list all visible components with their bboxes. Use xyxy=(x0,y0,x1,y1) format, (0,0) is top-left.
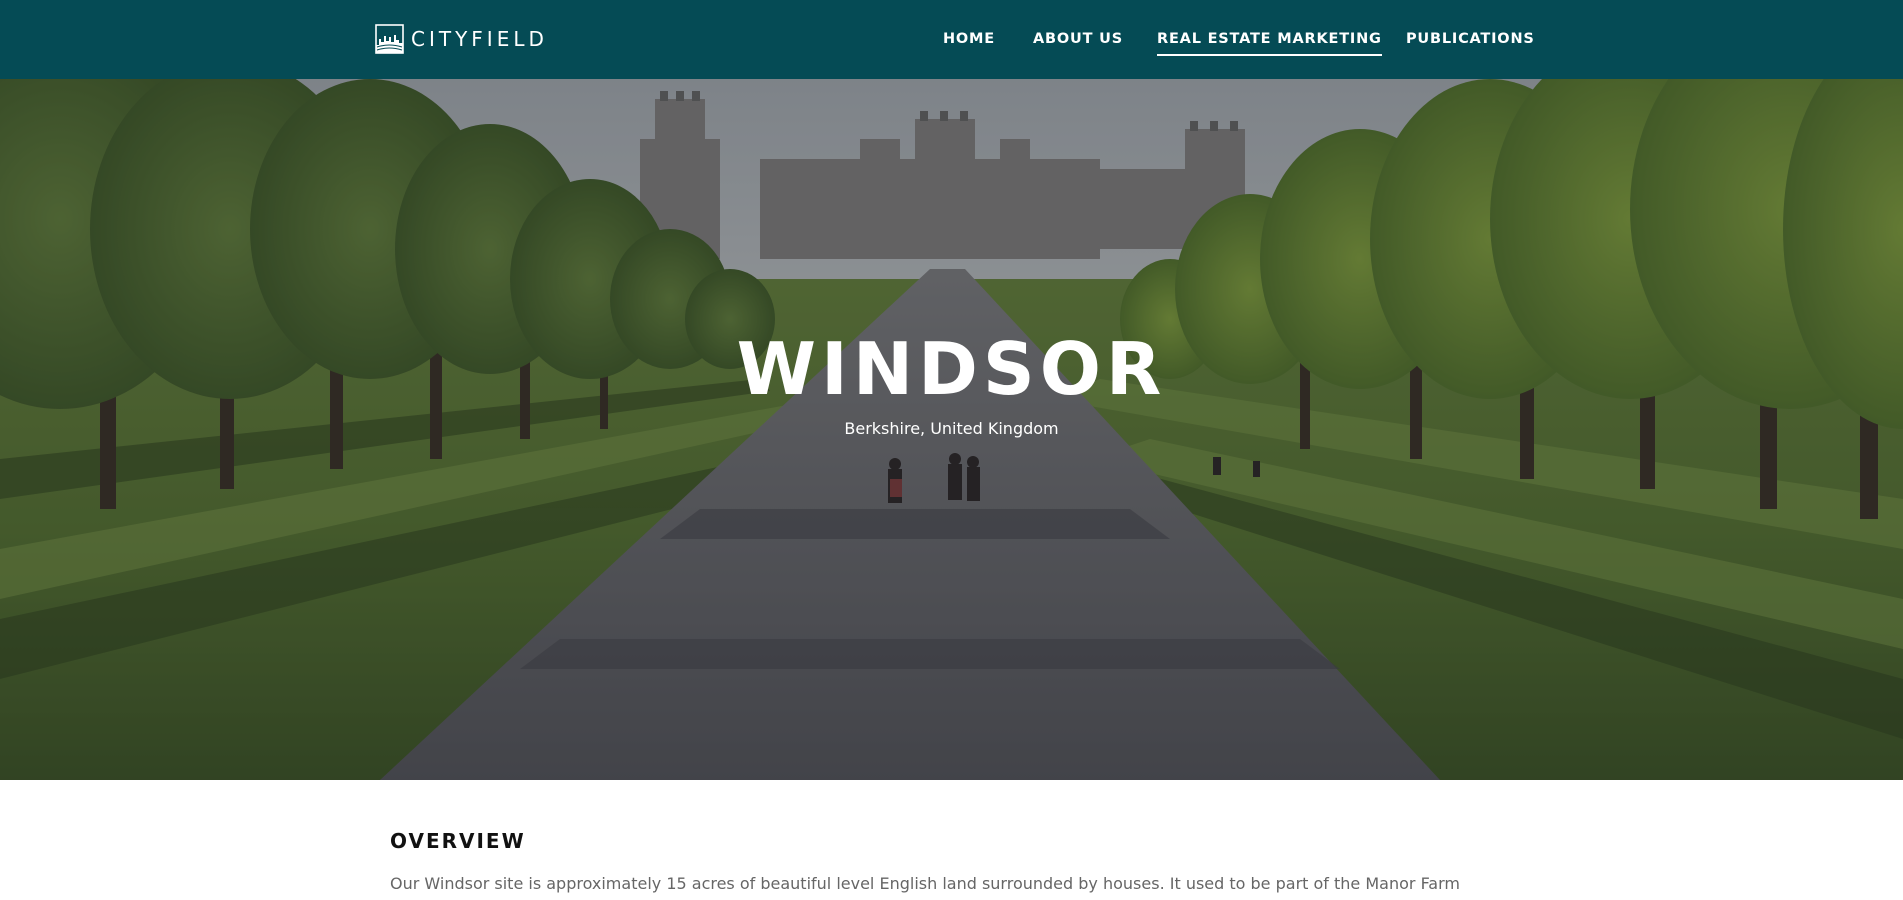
hero-title: WINDSOR xyxy=(736,327,1167,411)
hero-subtitle: Berkshire, United Kingdom xyxy=(844,419,1059,438)
hero-banner: WINDSOR Berkshire, United Kingdom xyxy=(0,79,1903,780)
nav-home[interactable]: HOME xyxy=(943,29,995,49)
main-nav: HOME ABOUT US REAL ESTATE MARKETING PUBL… xyxy=(0,0,1903,79)
overview-heading: OVERVIEW xyxy=(390,829,526,853)
nav-publications[interactable]: PUBLICATIONS xyxy=(1406,29,1535,49)
site-header: CITYFIELD HOME ABOUT US REAL ESTATE MARK… xyxy=(0,0,1903,79)
nav-about-us[interactable]: ABOUT US xyxy=(1033,29,1123,49)
overview-text: Our Windsor site is approximately 15 acr… xyxy=(390,874,1460,893)
nav-real-estate-marketing[interactable]: REAL ESTATE MARKETING xyxy=(1157,29,1382,56)
overview-section: OVERVIEW Our Windsor site is approximate… xyxy=(0,780,1903,900)
